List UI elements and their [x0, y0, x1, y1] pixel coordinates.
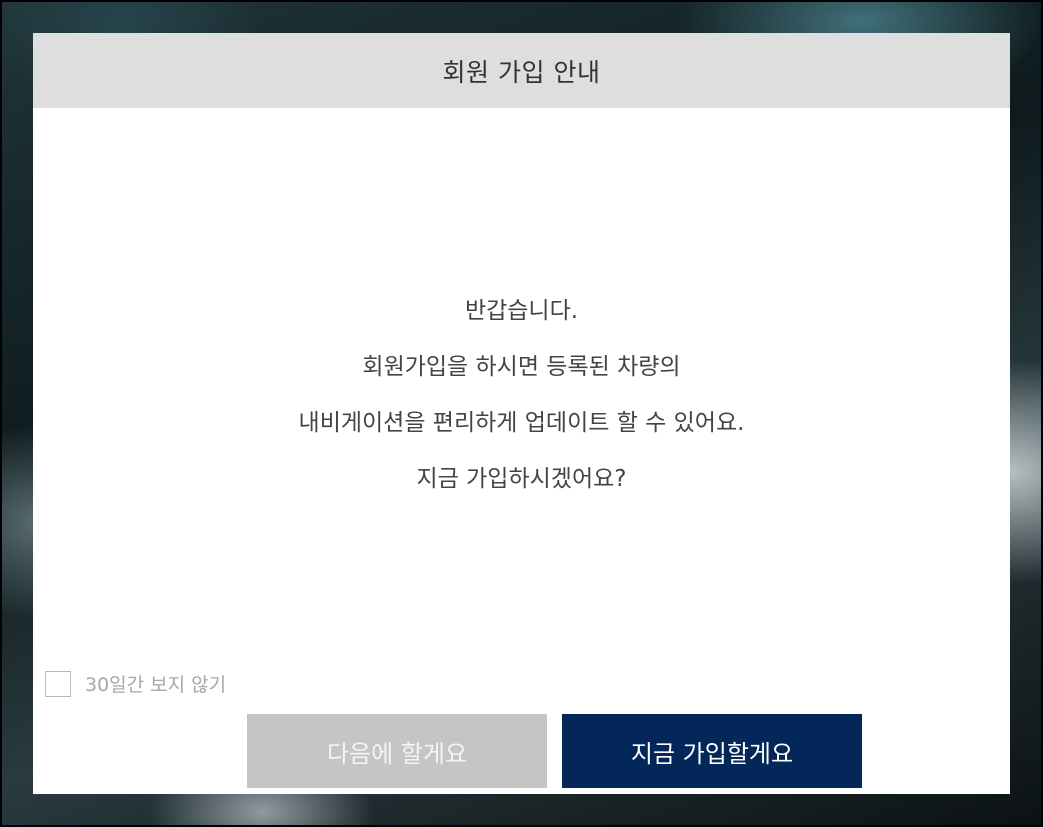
join-now-button[interactable]: 지금 가입할게요	[562, 714, 862, 788]
skip-30-days-label: 30일간 보지 않기	[85, 674, 227, 696]
skip-30-days-option[interactable]: 30일간 보지 않기	[45, 670, 226, 697]
message-line-question: 지금 가입하시겠어요?	[416, 466, 627, 492]
dialog-title: 회원 가입 안내	[442, 57, 601, 87]
skip-30-days-checkbox[interactable]	[45, 670, 71, 697]
dialog-header: 회원 가입 안내	[33, 33, 1010, 108]
signup-guide-dialog: 회원 가입 안내 반갑습니다. 회원가입을 하시면 등록된 차량의 내비게이션을…	[33, 33, 1010, 794]
message-line-benefit: 회원가입을 하시면 등록된 차량의	[362, 354, 681, 380]
later-button[interactable]: 다음에 할게요	[247, 714, 547, 788]
message-line-navigation: 내비게이션을 편리하게 업데이트 할 수 있어요.	[298, 410, 745, 436]
message-line-greeting: 반갑습니다.	[464, 298, 579, 324]
dialog-message: 반갑습니다. 회원가입을 하시면 등록된 차량의 내비게이션을 편리하게 업데이…	[33, 283, 1010, 507]
